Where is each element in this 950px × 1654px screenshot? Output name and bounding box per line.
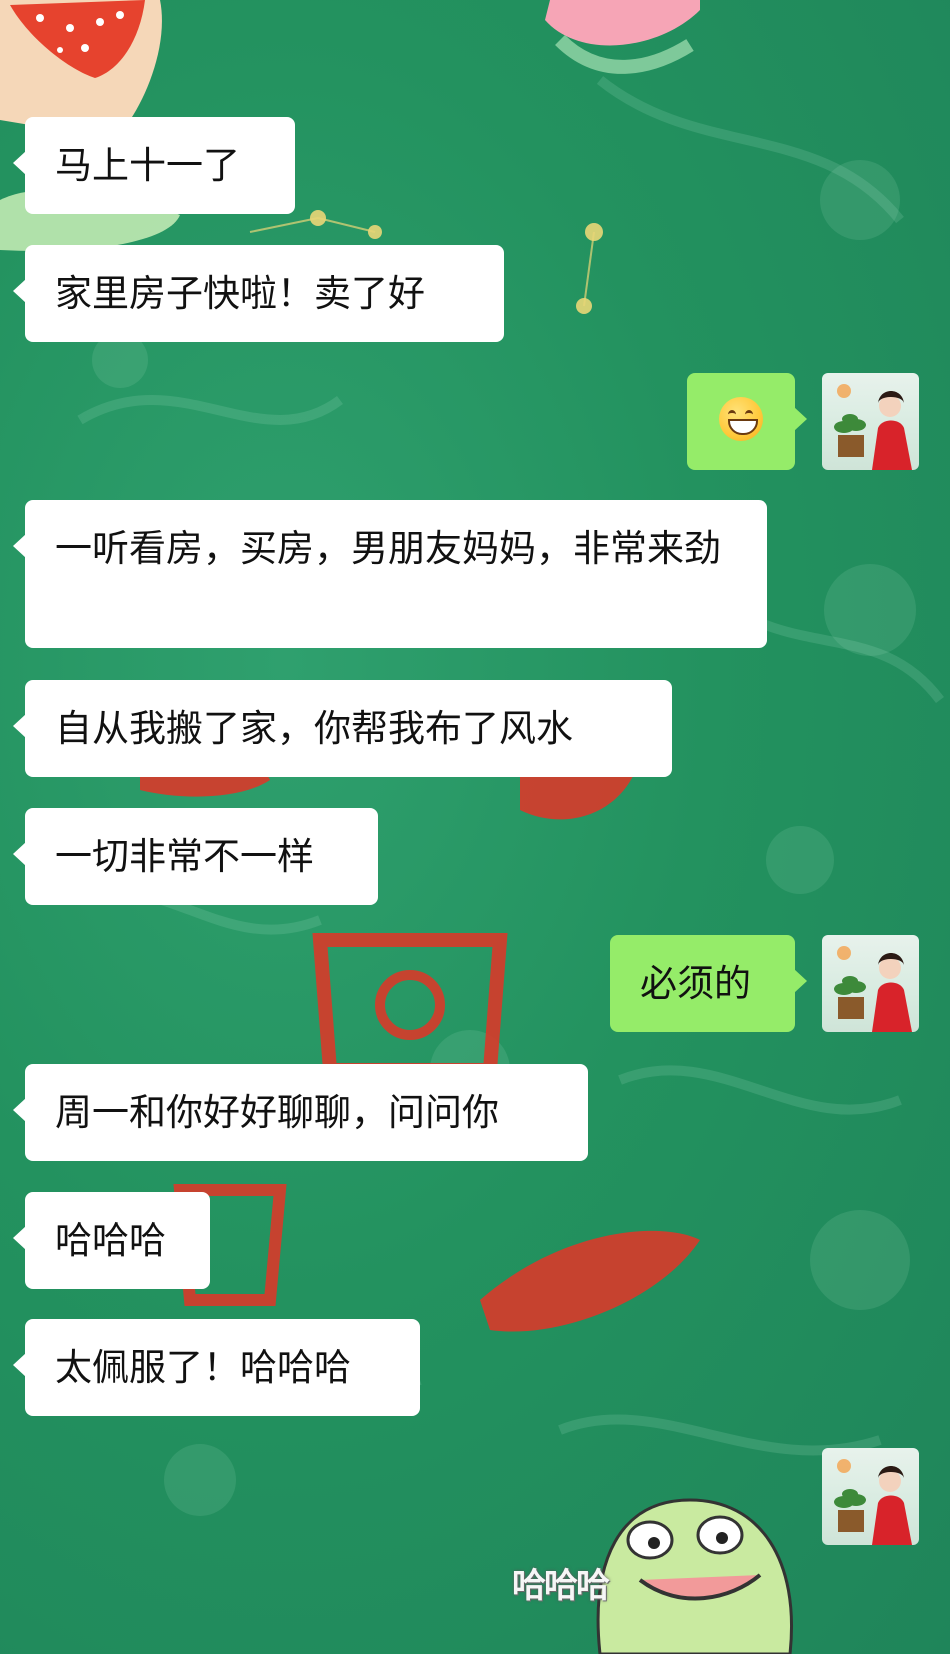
message-text: 一听看房，买房，男朋友妈妈，非常来劲 [55, 527, 721, 570]
message-text: 哈哈哈 [55, 1219, 166, 1262]
message-text: 家里房子快啦！卖了好 [55, 272, 425, 315]
avatar-woman-icon [834, 946, 912, 1032]
message-bubble-incoming[interactable]: 哈哈哈 [13, 1192, 210, 1289]
flower-decoration [545, 0, 700, 74]
message-text: 必须的 [640, 962, 751, 1005]
sticker-caption[interactable]: 哈哈哈 [512, 1558, 610, 1607]
message-bubble-incoming[interactable]: 自从我搬了家，你帮我布了风水 [13, 680, 672, 777]
user-avatar[interactable] [822, 935, 919, 1032]
avatar-woman-icon [834, 1459, 912, 1545]
avatar-woman-icon [834, 384, 912, 470]
message-bubble-incoming[interactable]: 一听看房，买房，男朋友妈妈，非常来劲 [13, 500, 767, 648]
user-avatar[interactable] [822, 373, 919, 470]
message-text: 周一和你好好聊聊，问问你 [55, 1091, 499, 1134]
message-bubble-incoming[interactable]: 家里房子快啦！卖了好 [13, 245, 504, 342]
message-bubble-incoming[interactable]: 一切非常不一样 [13, 808, 378, 905]
message-bubble-outgoing[interactable] [687, 373, 807, 470]
message-bubble-incoming[interactable]: 周一和你好好聊聊，问问你 [13, 1064, 588, 1161]
message-text: 一切非常不一样 [55, 835, 314, 878]
message-bubble-incoming[interactable]: 马上十一了 [13, 117, 295, 214]
grinning-face-emoji [719, 397, 763, 441]
frog-sticker-shape [596, 1498, 793, 1654]
message-text: 自从我搬了家，你帮我布了风水 [55, 707, 573, 750]
message-bubble-outgoing[interactable]: 必须的 [610, 935, 807, 1032]
message-bubble-incoming[interactable]: 太佩服了！哈哈哈 [13, 1319, 420, 1416]
message-text: 马上十一了 [55, 144, 240, 187]
message-text: 太佩服了！哈哈哈 [55, 1346, 351, 1389]
user-avatar[interactable] [822, 1448, 919, 1545]
